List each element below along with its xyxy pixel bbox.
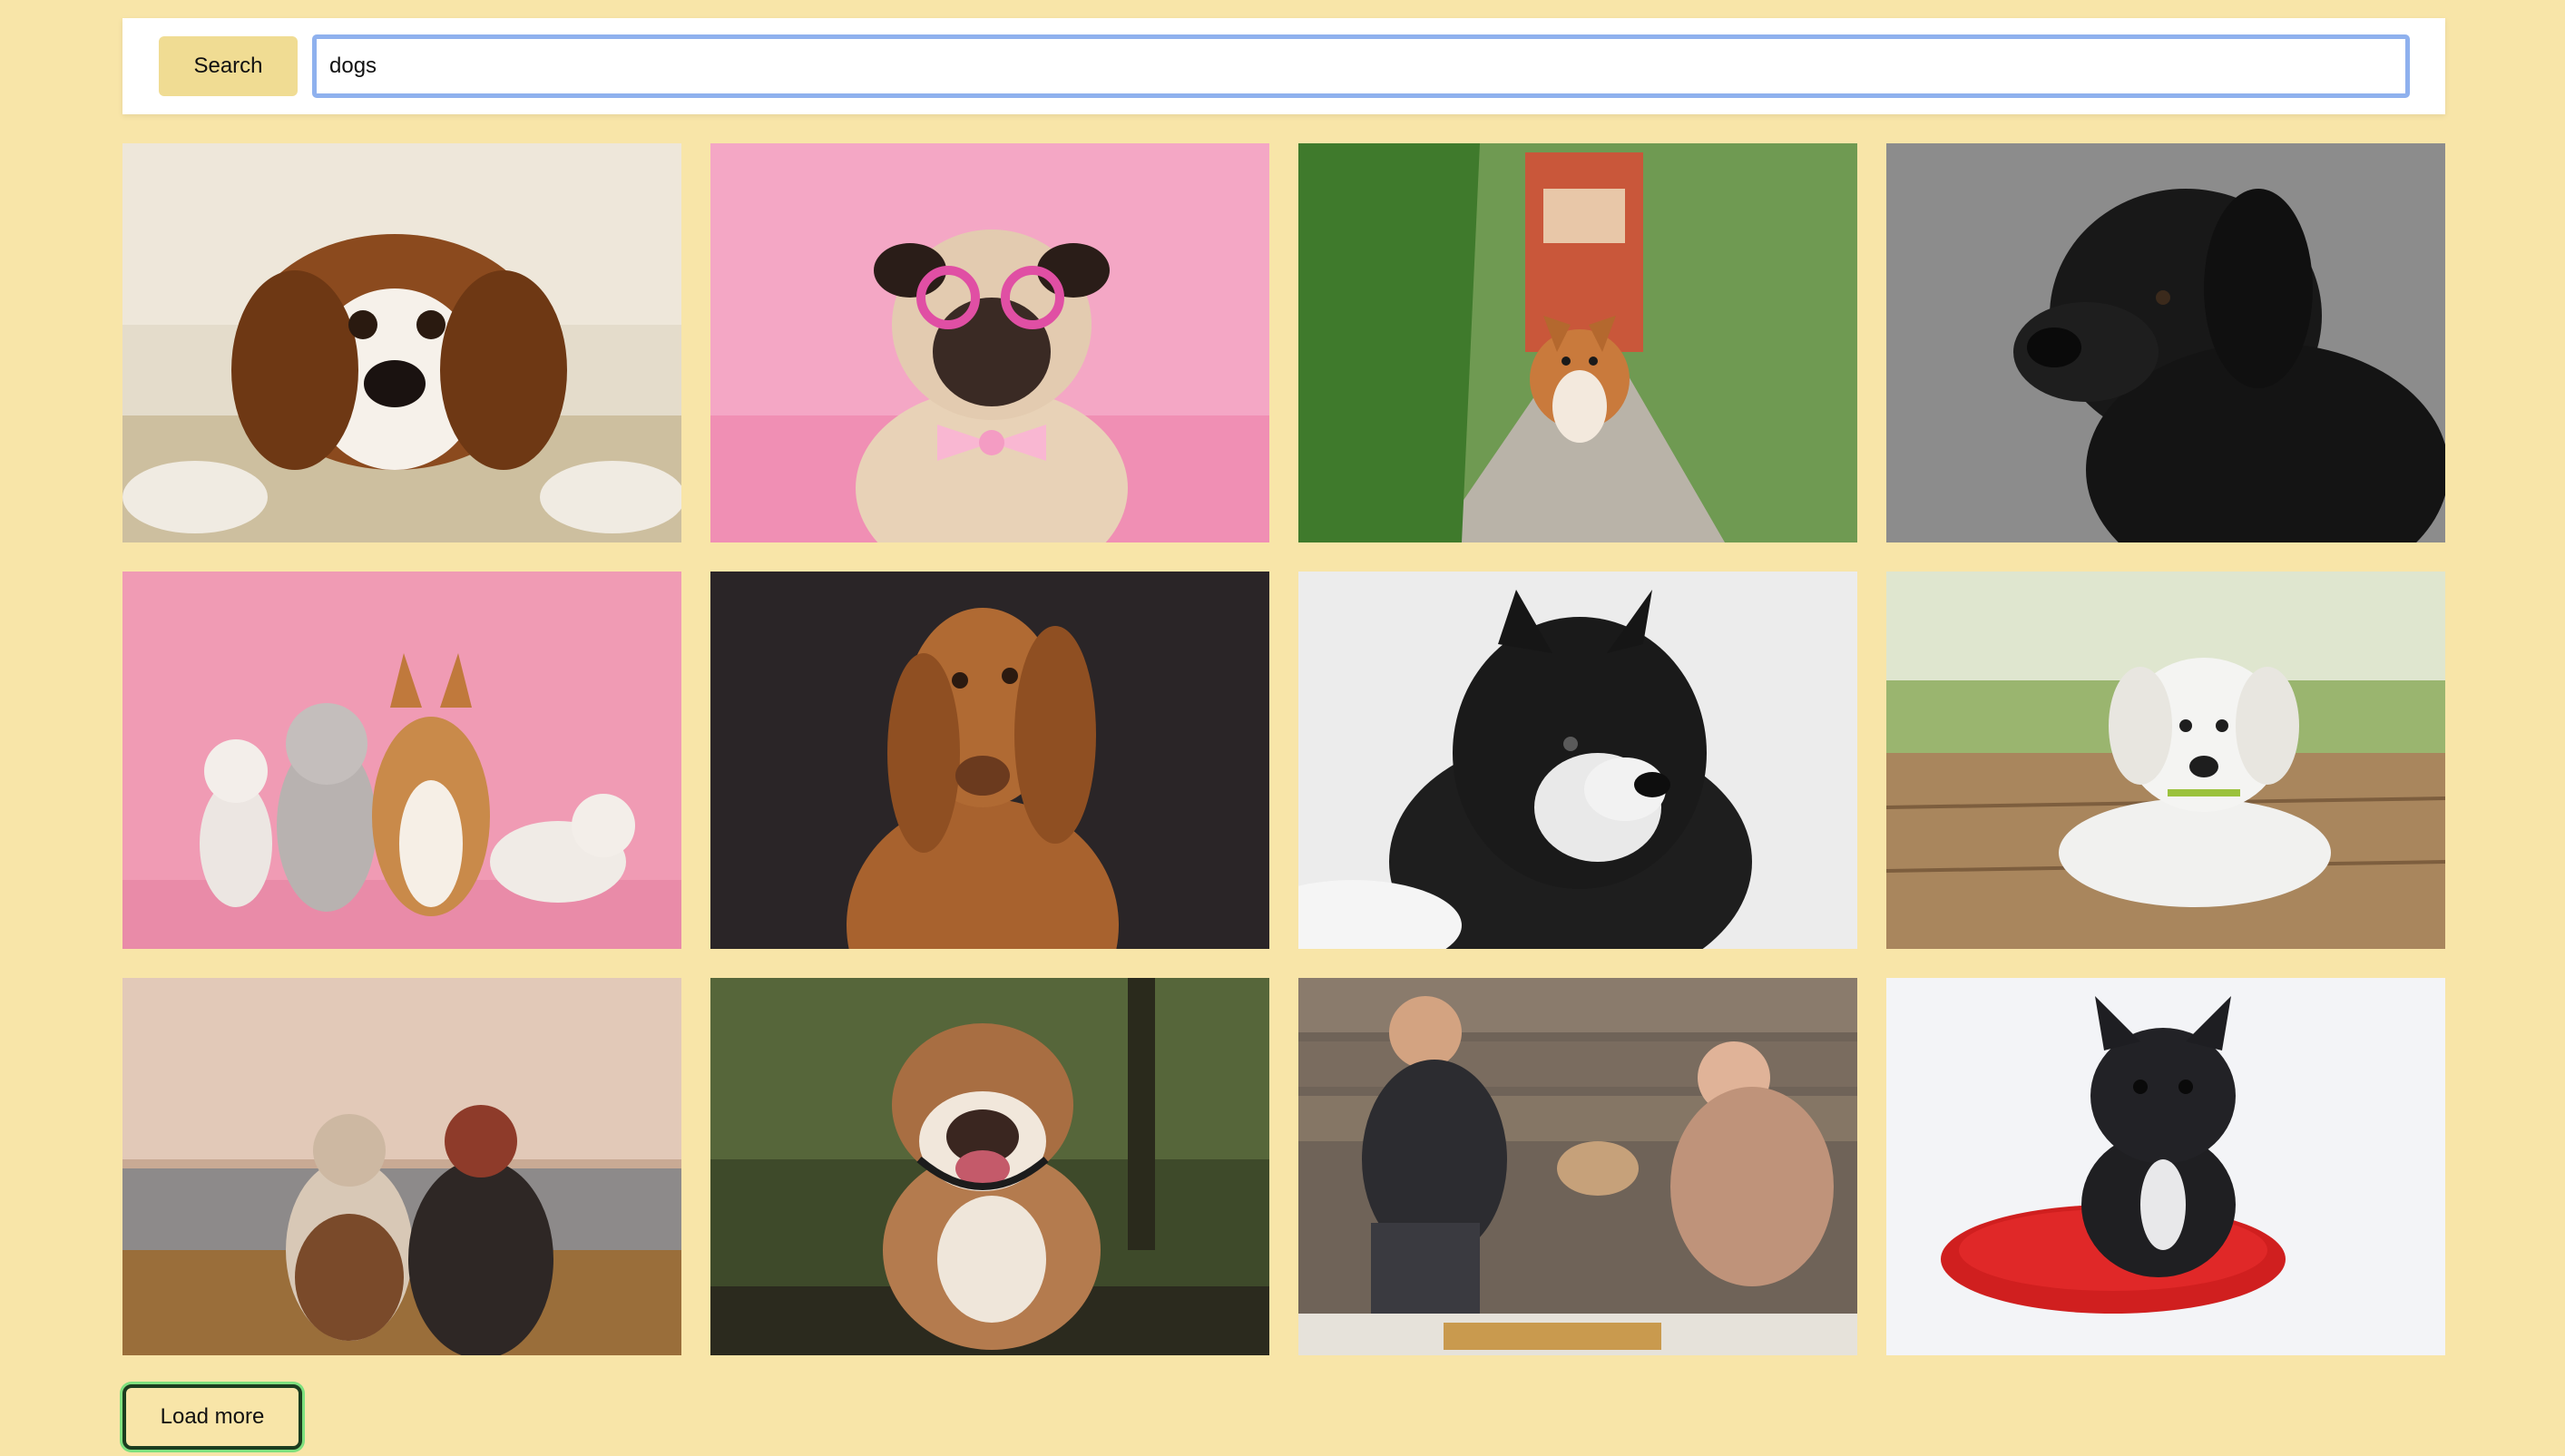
gallery-image-1[interactable] — [122, 143, 681, 542]
image-search-app: Search dogs Load more — [0, 0, 2565, 1456]
search-input-wrapper — [312, 34, 2410, 98]
search-input[interactable] — [312, 34, 2410, 98]
gallery-image-5[interactable] — [122, 572, 681, 949]
gallery-image-11[interactable] — [1298, 978, 1857, 1355]
gallery-image-12[interactable] — [1886, 978, 2445, 1355]
gallery-image-2[interactable] — [710, 143, 1269, 542]
gallery-image-8[interactable] — [1886, 572, 2445, 949]
search-bar: Search — [122, 18, 2445, 114]
search-button[interactable]: Search — [159, 36, 298, 96]
gallery-image-7[interactable] — [1298, 572, 1857, 949]
load-more-button[interactable]: Load more — [122, 1384, 302, 1450]
gallery-image-3[interactable] — [1298, 143, 1857, 542]
gallery-image-10[interactable] — [710, 978, 1269, 1355]
gallery-image-9[interactable] — [122, 978, 681, 1355]
gallery-image-6[interactable] — [710, 572, 1269, 949]
gallery-image-4[interactable] — [1886, 143, 2445, 542]
